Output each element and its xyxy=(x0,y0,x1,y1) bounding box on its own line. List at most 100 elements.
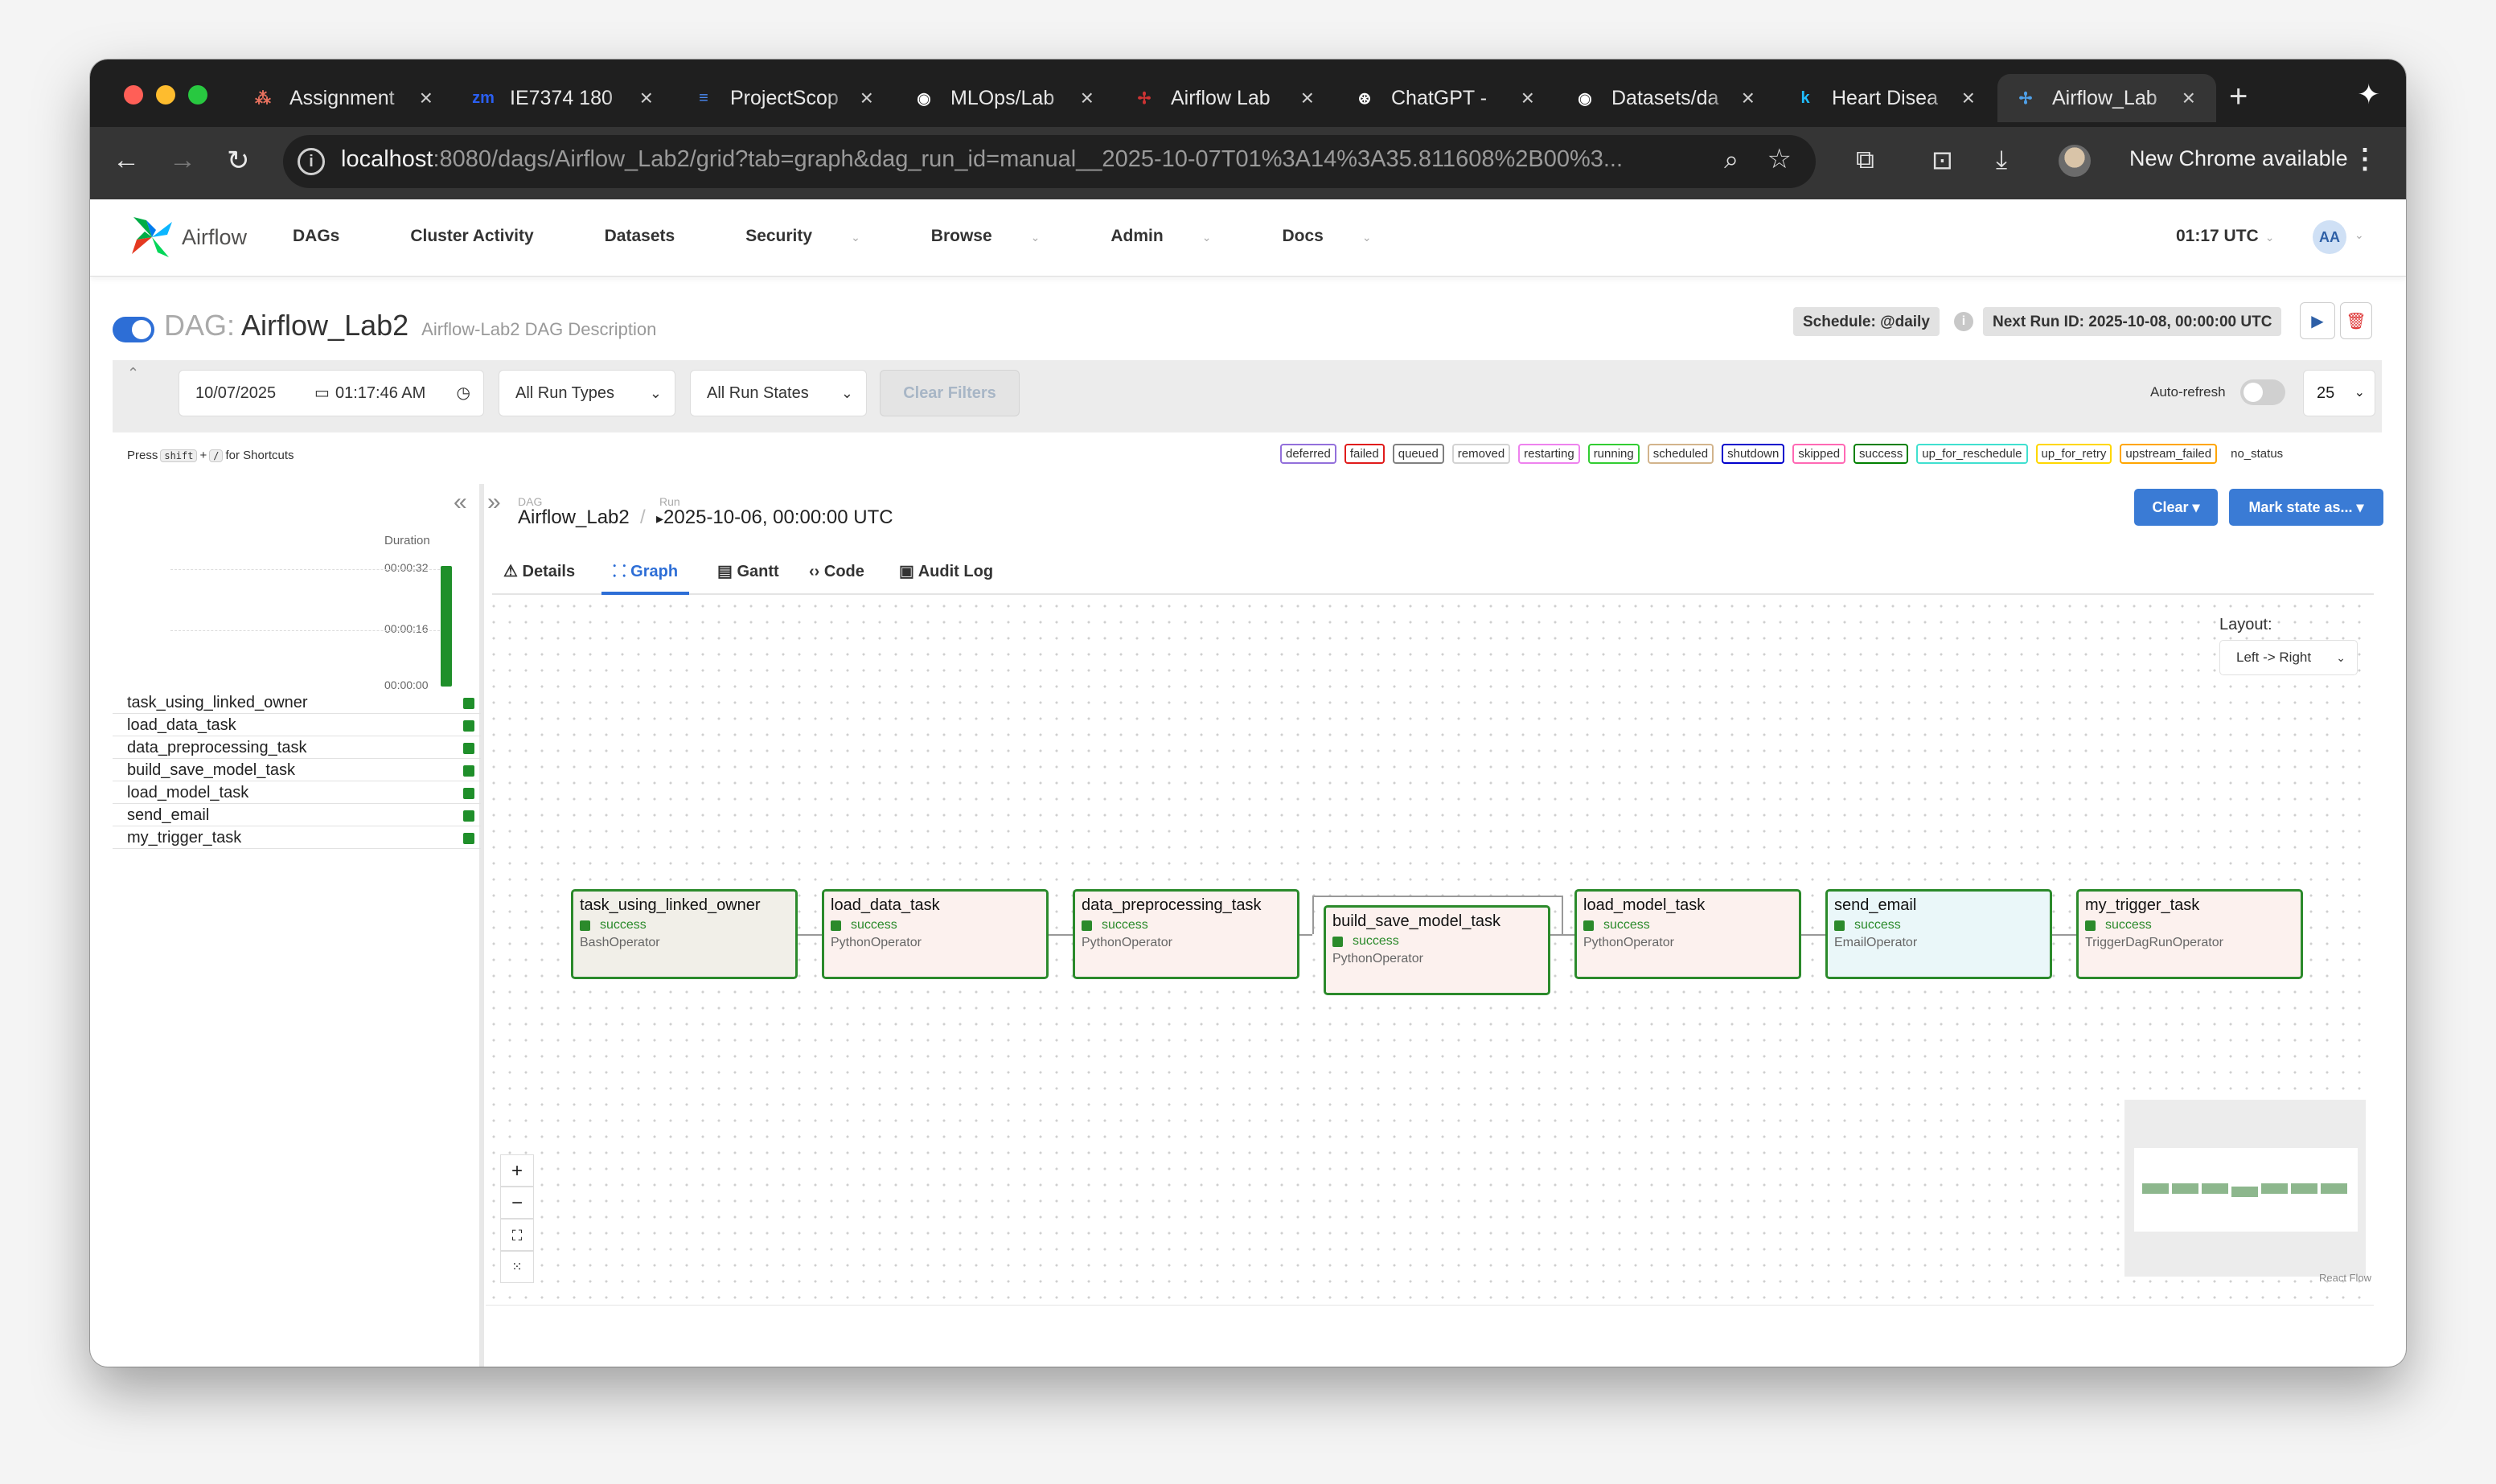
breadcrumb-run[interactable]: ▸2025-10-06, 00:00:00 UTC xyxy=(656,506,893,529)
user-avatar[interactable]: AA xyxy=(2313,220,2346,254)
legend-queued[interactable]: queued xyxy=(1392,444,1444,464)
task-instance-status[interactable] xyxy=(463,698,474,709)
profile-avatar[interactable] xyxy=(2059,145,2091,177)
run-state-select[interactable]: All Run States ⌄ xyxy=(690,370,867,416)
site-info-icon[interactable]: i xyxy=(298,148,325,175)
task-row[interactable]: data_preprocessing_task xyxy=(113,736,481,759)
minimize-window-button[interactable] xyxy=(156,85,175,105)
tab-search-icon[interactable]: ⊡ xyxy=(1932,145,1953,175)
back-icon[interactable]: ← xyxy=(113,145,140,176)
legend-success[interactable]: success xyxy=(1854,444,1909,464)
task-instance-status[interactable] xyxy=(463,788,474,799)
layout-select[interactable]: Left -> Right ⌄ xyxy=(2219,640,2358,675)
zoom-icon[interactable]: ⌕ xyxy=(1724,145,1739,175)
browser-tab[interactable]: ⊛ ChatGPT - × xyxy=(1336,74,1555,122)
task-node[interactable]: my_trigger_task success TriggerDagRunOpera… xyxy=(2076,889,2303,979)
nav-security[interactable]: Security ⌄ xyxy=(745,227,896,246)
tab-code[interactable]: ‹› Code xyxy=(798,550,876,595)
expand-details-icon[interactable]: » xyxy=(487,489,501,516)
close-tab-icon[interactable]: × xyxy=(1521,85,1534,111)
legend-upstream_failed[interactable]: upstream_failed xyxy=(2120,444,2218,464)
forward-icon[interactable]: → xyxy=(169,145,196,176)
task-instance-status[interactable] xyxy=(463,765,474,777)
close-tab-icon[interactable]: × xyxy=(420,85,433,111)
airflow-logo[interactable]: Airflow xyxy=(129,214,247,260)
collapse-filters-icon[interactable]: ⌃ xyxy=(127,365,139,382)
new-chrome-available-button[interactable]: New Chrome available xyxy=(2129,146,2348,171)
page-size-select[interactable]: 25 ⌄ xyxy=(2303,370,2375,416)
close-tab-icon[interactable]: × xyxy=(1742,85,1755,111)
close-tab-icon[interactable]: × xyxy=(1301,85,1314,111)
chrome-menu-icon[interactable]: ⋮ xyxy=(2351,143,2379,175)
dag-pause-toggle[interactable] xyxy=(113,317,154,342)
gemini-sparkle-icon[interactable]: ✦ xyxy=(2358,79,2381,111)
nav-cluster-activity[interactable]: Cluster Activity xyxy=(410,227,569,246)
graph-minimap[interactable] xyxy=(2124,1100,2366,1277)
react-flow-attribution[interactable]: React Flow xyxy=(2319,1272,2371,1284)
legend-restarting[interactable]: restarting xyxy=(1518,444,1580,464)
task-instance-status[interactable] xyxy=(463,743,474,754)
legend-up_for_reschedule[interactable]: up_for_reschedule xyxy=(1916,444,2028,464)
browser-tab[interactable]: ✢ Airflow_Lab × xyxy=(1997,74,2216,122)
nav-admin[interactable]: Admin ⌄ xyxy=(1110,227,1246,246)
task-row[interactable]: load_data_task xyxy=(113,714,481,736)
maximize-window-button[interactable] xyxy=(188,85,207,105)
address-bar[interactable]: i localhost:8080/dags/Airflow_Lab2/grid?… xyxy=(283,135,1816,188)
mark-state-button[interactable]: Mark state as... ▾ xyxy=(2229,489,2383,526)
calendar-icon[interactable]: ▭ xyxy=(314,371,330,416)
legend-up_for_retry[interactable]: up_for_retry xyxy=(2035,444,2112,464)
browser-tab[interactable]: ◉ Datasets/da × xyxy=(1557,74,1776,122)
auto-refresh-switch[interactable] xyxy=(2240,379,2285,405)
legend-failed[interactable]: failed xyxy=(1344,444,1385,464)
task-row[interactable]: build_save_model_task xyxy=(113,759,481,781)
tab-audit-log[interactable]: ▣ Audit Log xyxy=(888,550,1004,595)
browser-tab[interactable]: k Heart Disea × xyxy=(1777,74,1996,122)
task-instance-status[interactable] xyxy=(463,720,474,732)
close-tab-icon[interactable]: × xyxy=(640,85,653,111)
browser-tab[interactable]: ⁂ Assignment × xyxy=(235,74,454,122)
legend-deferred[interactable]: deferred xyxy=(1280,444,1336,464)
task-instance-status[interactable] xyxy=(463,810,474,822)
zoom-out-button[interactable]: − xyxy=(500,1187,534,1219)
task-node[interactable]: task_using_linked_owner success BashOperat… xyxy=(571,889,798,979)
task-node[interactable]: build_save_model_task success PythonOperat… xyxy=(1324,905,1550,995)
trigger-dag-button[interactable]: ▶ xyxy=(2300,302,2335,339)
task-instance-status[interactable] xyxy=(463,833,474,844)
info-icon[interactable]: i xyxy=(1954,312,1973,331)
url-text[interactable]: localhost:8080/dags/Airflow_Lab2/grid?ta… xyxy=(341,146,1623,173)
clear-button[interactable]: Clear ▾ xyxy=(2134,489,2218,526)
task-row[interactable]: send_email xyxy=(113,804,481,826)
collapse-grid-icon[interactable]: « xyxy=(454,489,467,516)
close-window-button[interactable] xyxy=(124,85,143,105)
task-node[interactable]: send_email success EmailOperator xyxy=(1825,889,2052,979)
task-row[interactable]: load_model_task xyxy=(113,781,481,804)
legend-shutdown[interactable]: shutdown xyxy=(1722,444,1785,464)
base-date-input[interactable]: 10/07/2025 ▭ 01:17:46 AM ◷ xyxy=(179,370,484,416)
browser-tab[interactable]: ≡ ProjectScop × xyxy=(675,74,894,122)
lock-view-button[interactable]: ⁙ xyxy=(500,1251,534,1283)
task-node[interactable]: load_data_task success PythonOperator xyxy=(822,889,1049,979)
nav-docs[interactable]: Docs ⌄ xyxy=(1282,227,1406,246)
tab-gantt[interactable]: ▤ Gantt xyxy=(706,550,790,595)
task-row[interactable]: task_using_linked_owner xyxy=(113,691,481,714)
task-node[interactable]: load_model_task success PythonOperator xyxy=(1574,889,1801,979)
clock-icon[interactable]: ◷ xyxy=(457,371,470,416)
download-icon[interactable]: ⤓ xyxy=(1996,145,2007,175)
legend-running[interactable]: running xyxy=(1587,444,1640,464)
nav-dags[interactable]: DAGs xyxy=(293,227,375,246)
task-row[interactable]: my_trigger_task xyxy=(113,826,481,849)
close-tab-icon[interactable]: × xyxy=(860,85,873,111)
browser-tab[interactable]: zm IE7374 180 × xyxy=(455,74,674,122)
legend-no_status[interactable]: no_status xyxy=(2225,444,2289,464)
close-tab-icon[interactable]: × xyxy=(1962,85,1975,111)
task-node[interactable]: data_preprocessing_task success PythonOper… xyxy=(1073,889,1299,979)
fit-view-button[interactable]: ⛶ xyxy=(500,1219,534,1251)
close-tab-icon[interactable]: × xyxy=(2182,85,2195,111)
breadcrumb-dag[interactable]: Airflow_Lab2 xyxy=(518,506,630,529)
delete-dag-button[interactable]: 🗑 xyxy=(2340,302,2372,339)
extensions-icon[interactable]: ⧉ xyxy=(1856,145,1874,175)
nav-browse[interactable]: Browse ⌄ xyxy=(931,227,1076,246)
bookmark-star-icon[interactable]: ☆ xyxy=(1767,143,1792,175)
legend-skipped[interactable]: skipped xyxy=(1792,444,1846,464)
dag-run-duration-bar[interactable] xyxy=(441,566,452,687)
